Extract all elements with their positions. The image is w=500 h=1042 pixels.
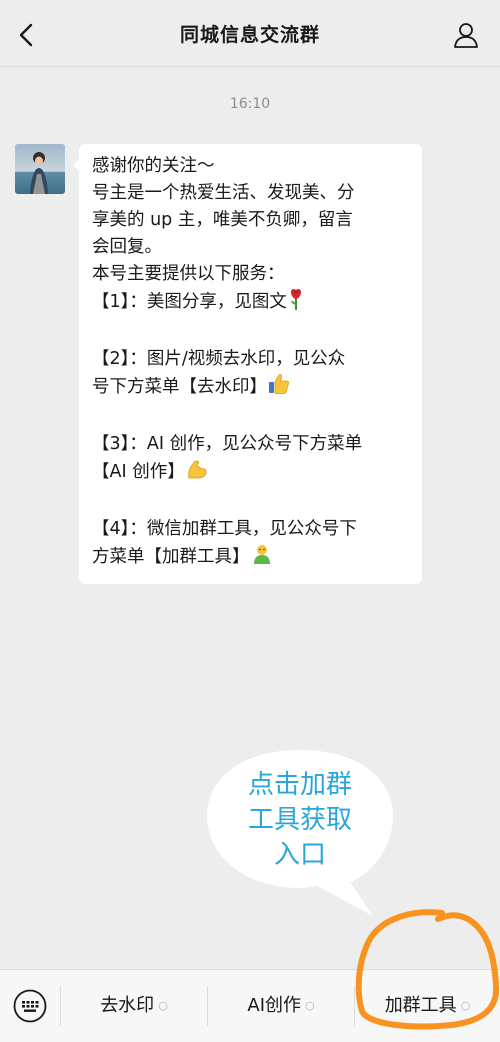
- menu-indicator-icon: ○: [158, 999, 168, 1012]
- callout-text: 点击加群 工具获取 入口: [247, 770, 352, 870]
- person-emoji-icon: [251, 543, 273, 574]
- menu-button-remove-watermark[interactable]: 去水印 ○: [61, 986, 207, 1026]
- service-item-2: 【2】：图片/视频去水印，见公众: [92, 349, 346, 369]
- service-item-2-cont: 号下方菜单【去水印】: [92, 373, 410, 404]
- keyboard-icon[interactable]: [13, 989, 47, 1023]
- service-item-3: 【3】：AI 创作，见公众号下方菜单: [92, 434, 363, 454]
- flexed-biceps-emoji-icon: [186, 458, 208, 489]
- avatar-image: [15, 144, 65, 194]
- service-item-1: 【1】：美图分享，见图文: [92, 288, 410, 319]
- top-navigation-bar: 同城信息交流群: [0, 0, 500, 67]
- menu-indicator-icon: ○: [305, 999, 315, 1012]
- message-line: 感谢你的关注～: [92, 156, 215, 176]
- message-line: 享美的 up 主，唯美不负卿，留言: [92, 210, 353, 230]
- chat-title: 同城信息交流群: [179, 24, 320, 46]
- message-bubble[interactable]: 感谢你的关注～ 号主是一个热爱生活、发现美、分 享美的 up 主，唯美不负卿，留…: [73, 144, 422, 584]
- menu-indicator-icon: ○: [460, 999, 471, 1012]
- service-item-1-text: 【1】：美图分享，见图文: [92, 292, 287, 312]
- service-item-4-cont: 方菜单【加群工具】: [92, 543, 410, 574]
- avatar[interactable]: [15, 144, 65, 194]
- message-line: 会回复。: [92, 237, 162, 257]
- message-line: 本号主要提供以下服务：: [92, 264, 285, 284]
- bottom-menu-bar: 去水印 ○ AI创作 ○ 加群工具 ○: [0, 969, 500, 1042]
- message-timestamp: 16:10: [229, 96, 271, 112]
- menu-button-group-tool[interactable]: 加群工具 ○: [355, 986, 500, 1026]
- service-item-4: 【4】：微信加群工具，见公众号下: [92, 519, 357, 539]
- rose-emoji-icon: [288, 288, 304, 319]
- menu-button-ai-create[interactable]: AI创作 ○: [208, 986, 354, 1026]
- person-icon[interactable]: [452, 21, 480, 49]
- message-line: 号主是一个热爱生活、发现美、分: [92, 183, 355, 203]
- service-item-3-cont: 【AI 创作】: [92, 458, 410, 489]
- thumbs-up-emoji-icon: [268, 373, 290, 404]
